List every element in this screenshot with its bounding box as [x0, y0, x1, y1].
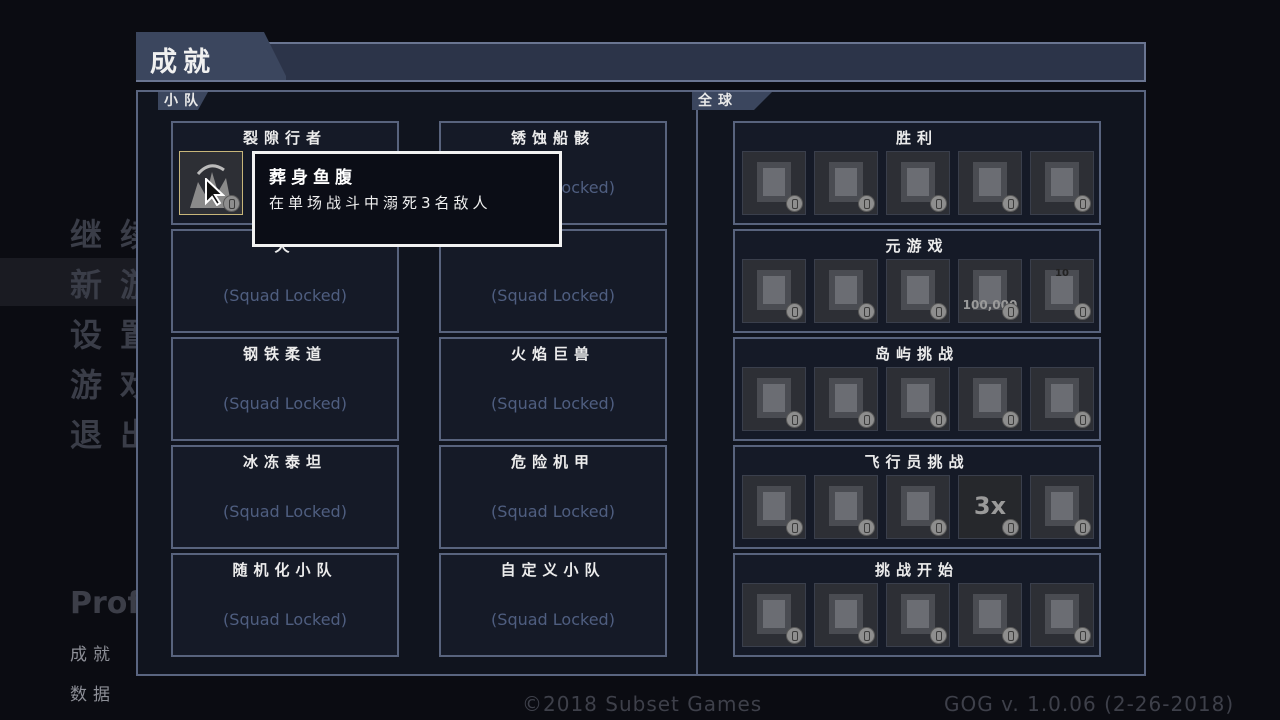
tooltip-title: 葬身鱼腹 [269, 168, 357, 188]
squad-name: 随机化小队 [232, 561, 338, 579]
squad-locked-label: (Squad Locked) [491, 502, 615, 521]
squad-name: 钢铁柔道 [242, 345, 327, 363]
achievements-header: 成就 [136, 32, 1146, 82]
squad-box[interactable]: 冰冻泰坦 (Squad Locked) [171, 445, 399, 549]
achievement-group: 元游戏 100,000 10 [733, 229, 1101, 333]
squad-name: 自定义小队 [500, 561, 606, 579]
lock-icon [858, 519, 875, 536]
power-bar-mech-icon[interactable] [886, 367, 950, 431]
lock-icon [930, 411, 947, 428]
lock-icon [1002, 627, 1019, 644]
pilots-100000-icon[interactable]: 100,000 [958, 259, 1022, 323]
squad-name: 裂隙行者 [242, 129, 327, 147]
lock-icon [1002, 411, 1019, 428]
lock-icon [930, 195, 947, 212]
achievement-group: 胜利 [733, 121, 1101, 225]
mouse-cursor-icon [205, 178, 225, 206]
lock-icon [858, 195, 875, 212]
squad-box[interactable]: 火焰巨兽 (Squad Locked) [439, 337, 667, 441]
lock-icon [786, 195, 803, 212]
lock-icon [786, 411, 803, 428]
pilot-portrait-icon[interactable] [742, 475, 806, 539]
achievement-group-title: 挑战开始 [874, 561, 959, 579]
lock-icon [786, 519, 803, 536]
achievement-group: 岛屿挑战 [733, 337, 1101, 441]
squad-name: 锈蚀船骸 [510, 129, 595, 147]
copyright-text: ©2018 Subset Games [522, 692, 763, 716]
jet-icon-icon[interactable] [742, 259, 806, 323]
version-text: GOG v. 1.0.06 (2-26-2018) [944, 692, 1235, 716]
power-bar-rubble-icon[interactable] [742, 583, 806, 647]
squad-name: 火焰巨兽 [510, 345, 595, 363]
lock-icon [1074, 627, 1091, 644]
lock-icon [1074, 195, 1091, 212]
achievement-group: 挑战开始 [733, 553, 1101, 657]
squad-name: 冰冻泰坦 [242, 453, 327, 471]
squad-locked-label: (Squad Locked) [223, 394, 347, 413]
achievement-group-title: 岛屿挑战 [874, 345, 959, 363]
victory-h-medal-icon[interactable] [814, 151, 878, 215]
lock-icon [786, 303, 803, 320]
warning-star-bolt-icon[interactable] [742, 367, 806, 431]
lock-icon [1002, 303, 1019, 320]
star-10-tree-icon[interactable]: 10 [1030, 259, 1094, 323]
fire-crate-icon[interactable] [886, 583, 950, 647]
lock-icon [1002, 519, 1019, 536]
rank-chevrons-icon[interactable] [814, 475, 878, 539]
silhouette-icon[interactable] [1030, 475, 1094, 539]
achievement-group-title: 飞行员挑战 [864, 453, 970, 471]
lock-icon [1002, 195, 1019, 212]
squad-box[interactable]: 随机化小队 (Squad Locked) [171, 553, 399, 657]
ceo-portrait-icon[interactable] [814, 259, 878, 323]
squad-locked-label: (Squad Locked) [223, 610, 347, 629]
warning-star-rubble-icon[interactable] [958, 583, 1022, 647]
achievement-tooltip: 葬身鱼腹 在单场战斗中溺死3名敌人 [252, 151, 562, 247]
page-title: 成就 [150, 47, 216, 78]
tooltip-description: 在单场战斗中溺死3名敌人 [269, 194, 492, 212]
multiplier-text: 3x [973, 492, 1007, 520]
achievement-group-title: 元游戏 [885, 237, 949, 255]
squad-locked-label: (Squad Locked) [223, 502, 347, 521]
lock-icon [1074, 519, 1091, 536]
lock-icon [786, 627, 803, 644]
lock-icon [858, 411, 875, 428]
squad-box[interactable]: 钢铁柔道 (Squad Locked) [171, 337, 399, 441]
lock-icon [858, 627, 875, 644]
victory-v-medal-icon[interactable] [742, 151, 806, 215]
header-bar [136, 42, 1146, 82]
nine-stars-icon[interactable] [1030, 367, 1094, 431]
mech-rubble-icon[interactable] [886, 259, 950, 323]
squad-box[interactable]: 自定义小队 (Squad Locked) [439, 553, 667, 657]
lock-icon [858, 303, 875, 320]
lock-icon [1074, 411, 1091, 428]
squad-locked-label: (Squad Locked) [491, 394, 615, 413]
three-x-icon[interactable]: 3x [958, 475, 1022, 539]
achievement-group: 飞行员挑战 3x [733, 445, 1101, 549]
lock-icon [930, 519, 947, 536]
tank-barrel-icon[interactable] [1030, 583, 1094, 647]
lock-icon [930, 627, 947, 644]
menu-stats[interactable]: 数据 [70, 680, 116, 705]
squad-locked-label: (Squad Locked) [491, 286, 615, 305]
punch-arm-icon[interactable] [814, 583, 878, 647]
lock-icon [223, 195, 240, 212]
victory-medals-cluster-icon[interactable] [958, 151, 1022, 215]
triple-bolt-icon[interactable] [958, 367, 1022, 431]
victory-234-medal-icon[interactable] [886, 151, 950, 215]
squad-locked-label: (Squad Locked) [491, 610, 615, 629]
achievement-group-title: 胜利 [895, 129, 938, 147]
star-number-text: 10 [1055, 268, 1069, 279]
buildings-grid-icon[interactable] [814, 367, 878, 431]
robot-pilot-icon[interactable] [886, 475, 950, 539]
squad-name: 危险机甲 [510, 453, 595, 471]
lock-icon [930, 303, 947, 320]
victory-medal-rack-icon[interactable] [1030, 151, 1094, 215]
squad-locked-label: (Squad Locked) [223, 286, 347, 305]
menu-achievements[interactable]: 成就 [70, 640, 116, 665]
squad-box[interactable]: 危险机甲 (Squad Locked) [439, 445, 667, 549]
lock-icon [1074, 303, 1091, 320]
